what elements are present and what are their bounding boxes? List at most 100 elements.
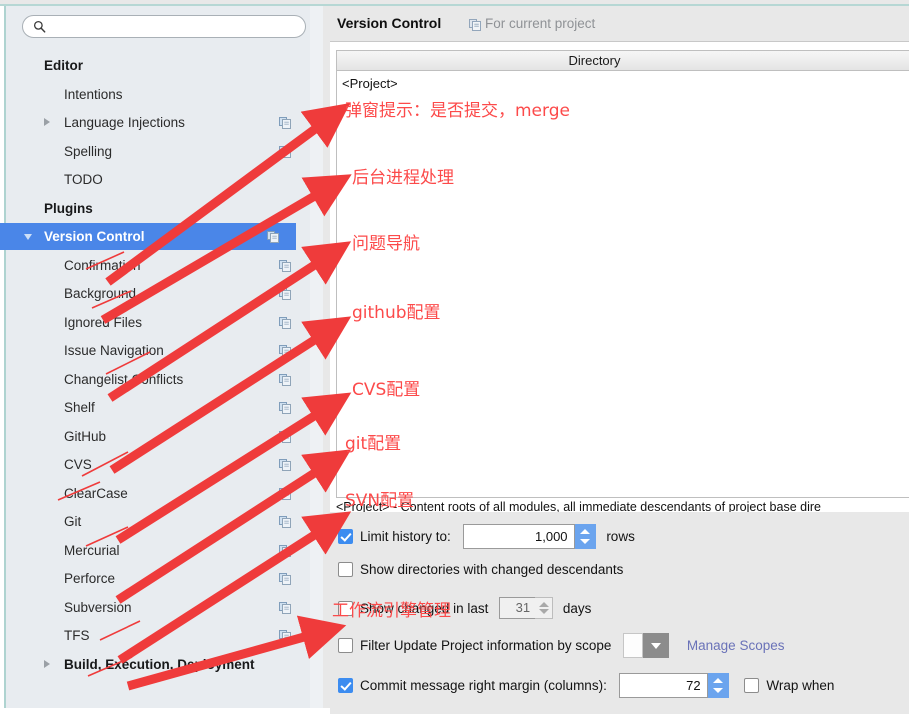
sidebar-item-mercurial[interactable]: Mercurial	[22, 537, 308, 564]
sidebar-item-label: Intentions	[64, 86, 123, 102]
sidebar-item-perforce[interactable]: Perforce	[22, 565, 308, 592]
sidebar-item-plugins[interactable]: Plugins	[22, 195, 308, 222]
scope-select-value	[623, 633, 644, 658]
limit-history-row: Limit history to: 1,000 rows	[338, 524, 635, 550]
copy-icon[interactable]	[279, 259, 291, 272]
sidebar-item-label: Spelling	[64, 143, 113, 159]
sidebar-item-label: TODO	[64, 172, 103, 187]
directory-table-header[interactable]: Directory	[337, 51, 909, 71]
filter-update-checkbox[interactable]	[338, 638, 353, 653]
wrap-label: Wrap when	[766, 678, 835, 693]
sidebar-item-label: Build, Execution, Deployment	[64, 656, 255, 672]
settings-sidebar: Editor Intentions Language Injections Spell…	[0, 6, 330, 708]
search-box[interactable]	[22, 15, 308, 40]
search-icon	[33, 20, 46, 33]
sidebar-item-shelf[interactable]: Shelf	[22, 394, 308, 421]
chevron-down-icon[interactable]	[24, 234, 32, 240]
limit-history-stepper[interactable]: 1,000	[462, 524, 596, 549]
copy-icon	[469, 19, 481, 31]
sidebar-item-ignored-files[interactable]: Ignored Files	[22, 309, 308, 336]
sidebar-item-changelist-conflicts[interactable]: Changelist Conflicts	[22, 366, 308, 393]
sidebar-item-label: ClearCase	[64, 485, 128, 501]
commit-margin-checkbox[interactable]	[338, 678, 353, 693]
sidebar-item-build-execution-deployment[interactable]: Build, Execution, Deployment	[22, 651, 308, 678]
sidebar-item-label: Subversion	[64, 599, 132, 615]
sidebar-item-background[interactable]: Background	[22, 280, 308, 307]
sidebar-item-clearcase[interactable]: ClearCase	[22, 480, 308, 507]
sidebar-item-github[interactable]: GitHub	[22, 423, 308, 450]
search-input[interactable]	[50, 17, 300, 38]
show-changed-suffix: days	[562, 600, 592, 616]
chevron-right-icon[interactable]	[44, 659, 50, 668]
sidebar-item-cvs[interactable]: CVS	[22, 451, 308, 478]
copy-icon[interactable]	[279, 459, 291, 471]
sidebar-left-accent	[4, 6, 6, 708]
copy-icon[interactable]	[279, 373, 291, 386]
copy-icon[interactable]	[279, 601, 291, 614]
table-row[interactable]: <Project>	[342, 76, 398, 91]
sidebar-item-label: Issue Navigation	[64, 343, 164, 358]
sidebar-item-label: Ignored Files	[64, 314, 143, 330]
scope-select[interactable]	[623, 633, 670, 658]
copy-icon[interactable]	[279, 316, 291, 329]
show-changed-value[interactable]: 31	[499, 597, 536, 619]
page-title: Version Control	[337, 15, 442, 31]
manage-scopes-link[interactable]: Manage Scopes	[687, 638, 785, 653]
sidebar-item-label: Confirmation	[64, 257, 141, 273]
sidebar-item-label: Language Injections	[64, 115, 185, 130]
limit-history-value[interactable]: 1,000	[462, 524, 575, 549]
sidebar-item-intentions[interactable]: Intentions	[22, 81, 308, 108]
sidebar-item-issue-navigation[interactable]: Issue Navigation	[22, 337, 308, 364]
column-header-directory: Directory	[568, 53, 621, 68]
panel-header-rule	[330, 41, 909, 42]
sidebar-item-label: Editor	[44, 58, 83, 73]
sidebar-item-spelling[interactable]: Spelling	[22, 138, 308, 165]
copy-icon[interactable]	[279, 630, 291, 642]
copy-icon[interactable]	[279, 573, 291, 585]
show-directories-label: Show directories with changed descendant…	[360, 561, 624, 577]
chevron-down-icon[interactable]	[643, 633, 670, 658]
limit-history-label: Limit history to:	[360, 529, 451, 544]
sidebar-item-label: Git	[64, 514, 82, 529]
sidebar-item-todo[interactable]: TODO	[22, 166, 308, 193]
sidebar-item-editor[interactable]: Editor	[22, 52, 308, 79]
copy-icon[interactable]	[279, 487, 291, 500]
commit-margin-label: Commit message right margin (columns):	[360, 678, 607, 693]
copy-icon[interactable]	[279, 402, 291, 414]
show-directories-checkbox[interactable]	[338, 561, 353, 577]
sidebar-item-subversion[interactable]: Subversion	[22, 594, 308, 621]
sidebar-item-label: Plugins	[44, 200, 93, 216]
filter-update-row: Filter Update Project information by sco…	[338, 633, 784, 659]
sidebar-item-label: Background	[64, 286, 137, 301]
copy-icon[interactable]	[279, 288, 291, 300]
copy-icon[interactable]	[279, 345, 291, 357]
copy-icon[interactable]	[267, 231, 279, 243]
limit-history-checkbox[interactable]	[338, 529, 353, 544]
copy-icon[interactable]	[279, 145, 291, 158]
chevron-right-icon[interactable]	[44, 118, 50, 126]
sidebar-item-confirmation[interactable]: Confirmation	[22, 252, 308, 279]
copy-icon[interactable]	[279, 544, 291, 557]
sidebar-item-label: Version Control	[44, 229, 145, 244]
sidebar-item-label: CVS	[64, 457, 92, 472]
show-changed-checkbox[interactable]	[338, 600, 353, 616]
show-changed-row: Show changed in last 31 days	[338, 597, 591, 623]
pane-divider[interactable]	[323, 6, 330, 708]
copy-icon[interactable]	[279, 117, 291, 129]
sidebar-item-version-control[interactable]: Version Control	[0, 223, 296, 250]
show-changed-stepper[interactable]: 31	[499, 597, 554, 619]
commit-margin-value[interactable]: 72	[618, 673, 708, 698]
sidebar-item-git[interactable]: Git	[22, 508, 308, 535]
sidebar-item-language-injections[interactable]: Language Injections	[22, 109, 308, 136]
sidebar-item-label: Perforce	[64, 571, 116, 586]
limit-history-suffix: rows	[606, 529, 635, 544]
wrap-checkbox[interactable]	[744, 678, 760, 693]
sidebar-item-label: Changelist Conflicts	[64, 371, 184, 387]
sidebar-item-label: Shelf	[64, 400, 95, 415]
commit-margin-stepper[interactable]: 72	[618, 673, 729, 698]
sidebar-scrollbar-track[interactable]	[310, 6, 632, 708]
copy-icon[interactable]	[279, 430, 291, 443]
panel-scope-label: For current project	[485, 16, 596, 31]
copy-icon[interactable]	[279, 516, 291, 528]
sidebar-item-tfs[interactable]: TFS	[22, 622, 308, 649]
